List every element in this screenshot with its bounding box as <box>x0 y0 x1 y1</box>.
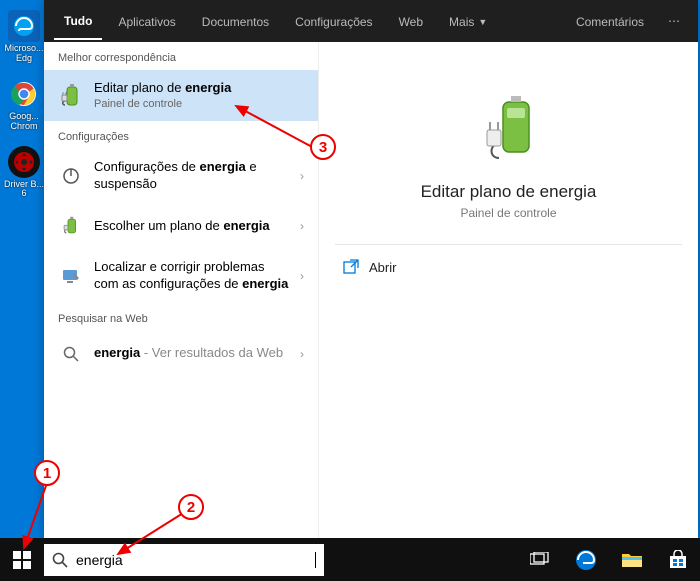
battery-plug-icon <box>58 213 84 239</box>
search-filter-tabs: Tudo Aplicativos Documentos Configuraçõe… <box>44 0 698 42</box>
chevron-down-icon: ▼ <box>478 17 487 27</box>
power-icon <box>58 163 84 189</box>
tab-comentarios[interactable]: Comentários <box>566 3 654 39</box>
open-action[interactable]: Abrir <box>335 245 682 289</box>
search-results-panel: Tudo Aplicativos Documentos Configuraçõe… <box>44 0 698 538</box>
taskview-button[interactable] <box>518 538 562 581</box>
result-detail-pane: Editar plano de energia Painel de contro… <box>319 42 698 538</box>
taskbar-pinned-apps <box>518 538 700 581</box>
chevron-right-icon: › <box>300 269 304 283</box>
result-subtitle: Painel de controle <box>94 97 304 111</box>
taskbar-explorer[interactable] <box>610 538 654 581</box>
result-best-match[interactable]: Editar plano de energia Painel de contro… <box>44 70 318 121</box>
desktop-icon-label: Driver B... 6 <box>4 180 44 200</box>
chevron-right-icon: › <box>300 219 304 233</box>
tab-aplicativos[interactable]: Aplicativos <box>108 3 185 39</box>
taskbar <box>0 538 700 581</box>
taskbar-store[interactable] <box>656 538 700 581</box>
desktop-icon-driverbooster[interactable]: Driver B... 6 <box>4 146 44 200</box>
desktop-icon-label: Microso... Edg <box>4 44 44 64</box>
search-icon <box>52 552 68 568</box>
battery-plug-large-icon <box>479 94 539 166</box>
desktop-icon-label: Goog... Chrom <box>4 112 44 132</box>
result-troubleshoot-power[interactable]: Localizar e corrigir problemas com as co… <box>44 249 318 303</box>
open-icon <box>343 259 359 275</box>
tab-web[interactable]: Web <box>389 3 433 39</box>
detail-title: Editar plano de energia <box>421 182 597 202</box>
result-power-sleep-settings[interactable]: Configurações de energia e suspensão › <box>44 149 318 203</box>
detail-subtitle: Painel de controle <box>460 206 556 220</box>
open-label: Abrir <box>369 260 396 275</box>
results-list: Melhor correspondência Editar plano de e… <box>44 42 319 538</box>
section-header-web: Pesquisar na Web <box>44 303 318 331</box>
taskbar-search-box[interactable] <box>44 544 324 576</box>
result-choose-power-plan[interactable]: Escolher um plano de energia › <box>44 203 318 249</box>
section-header-best-match: Melhor correspondência <box>44 42 318 70</box>
chevron-right-icon: › <box>300 169 304 183</box>
search-icon <box>58 341 84 367</box>
more-options-button[interactable]: ⋯ <box>660 14 688 28</box>
chevron-right-icon: › <box>300 347 304 361</box>
result-web-search[interactable]: energia - Ver resultados da Web › <box>44 331 318 377</box>
search-input[interactable] <box>76 552 309 568</box>
result-title-pre: Editar plano de <box>94 80 185 95</box>
tab-configuracoes[interactable]: Configurações <box>285 3 382 39</box>
result-title-bold: energia <box>185 80 231 95</box>
desktop-icon-chrome[interactable]: Goog... Chrom <box>4 78 44 132</box>
tab-tudo[interactable]: Tudo <box>54 2 102 40</box>
battery-plug-icon <box>58 83 84 109</box>
taskbar-edge[interactable] <box>564 538 608 581</box>
section-header-settings: Configurações <box>44 121 318 149</box>
start-button[interactable] <box>0 538 44 581</box>
troubleshoot-icon <box>58 263 84 289</box>
windows-logo-icon <box>13 551 31 569</box>
tab-mais[interactable]: Mais ▼ <box>439 3 497 39</box>
desktop-icons: Microso... Edg Goog... Chrom Driver B...… <box>4 10 44 199</box>
text-cursor <box>315 552 316 568</box>
desktop-icon-edge[interactable]: Microso... Edg <box>4 10 44 64</box>
tab-documentos[interactable]: Documentos <box>192 3 279 39</box>
